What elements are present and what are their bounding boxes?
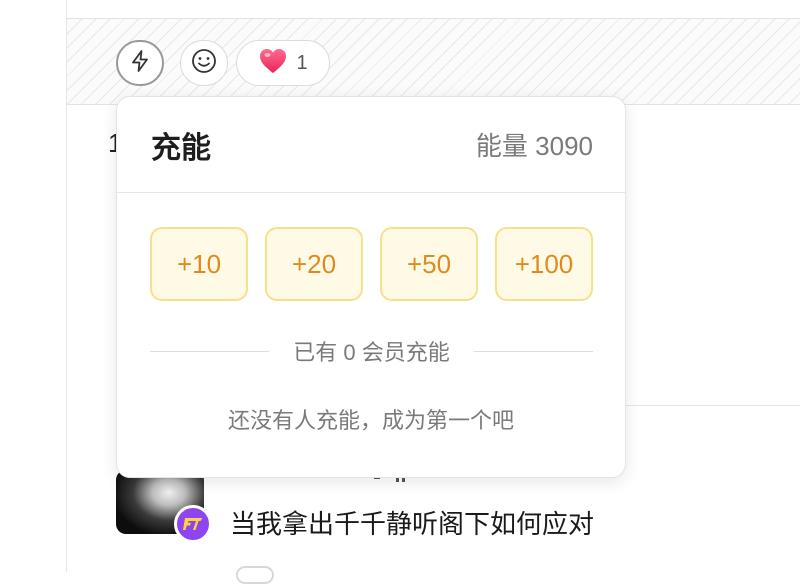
member-badge-icon [174, 505, 212, 543]
divider-line-left [150, 350, 270, 352]
amount-options: +10 +20 +50 +100 [117, 193, 625, 301]
member-charge-count: 已有 0 会员充能 [293, 340, 450, 365]
reaction-bar-background [67, 19, 800, 105]
lightning-icon [128, 49, 152, 78]
charge-button[interactable] [116, 40, 164, 86]
comment-text: 当我拿出千千静听阁下如何应对 [230, 509, 595, 539]
divider-line-right [473, 350, 593, 352]
charge-20-button[interactable]: +20 [265, 227, 363, 301]
charge-popover: 充能 能量 3090 +10 +20 +50 +100 已有 0 会员充能 还没… [116, 96, 626, 478]
comment-divider [626, 405, 800, 406]
like-count: 1 [296, 51, 308, 74]
energy-balance: 能量 3090 [475, 131, 593, 161]
cutoff-element [236, 566, 274, 584]
charge-50-button[interactable]: +50 [380, 227, 478, 301]
popover-header: 充能 能量 3090 [117, 97, 625, 193]
smiley-icon [191, 48, 217, 79]
charge-10-button[interactable]: +10 [150, 227, 248, 301]
member-charge-divider: 已有 0 会员充能 [117, 301, 625, 367]
empty-charge-message: 还没有人充能，成为第一个吧 [227, 408, 514, 433]
charge-100-button[interactable]: +100 [495, 227, 593, 301]
heart-icon [258, 47, 288, 80]
popover-title: 充能 [151, 131, 211, 165]
heart-reaction-button[interactable]: 1 [236, 40, 330, 86]
emoji-reaction-button[interactable] [180, 40, 228, 86]
